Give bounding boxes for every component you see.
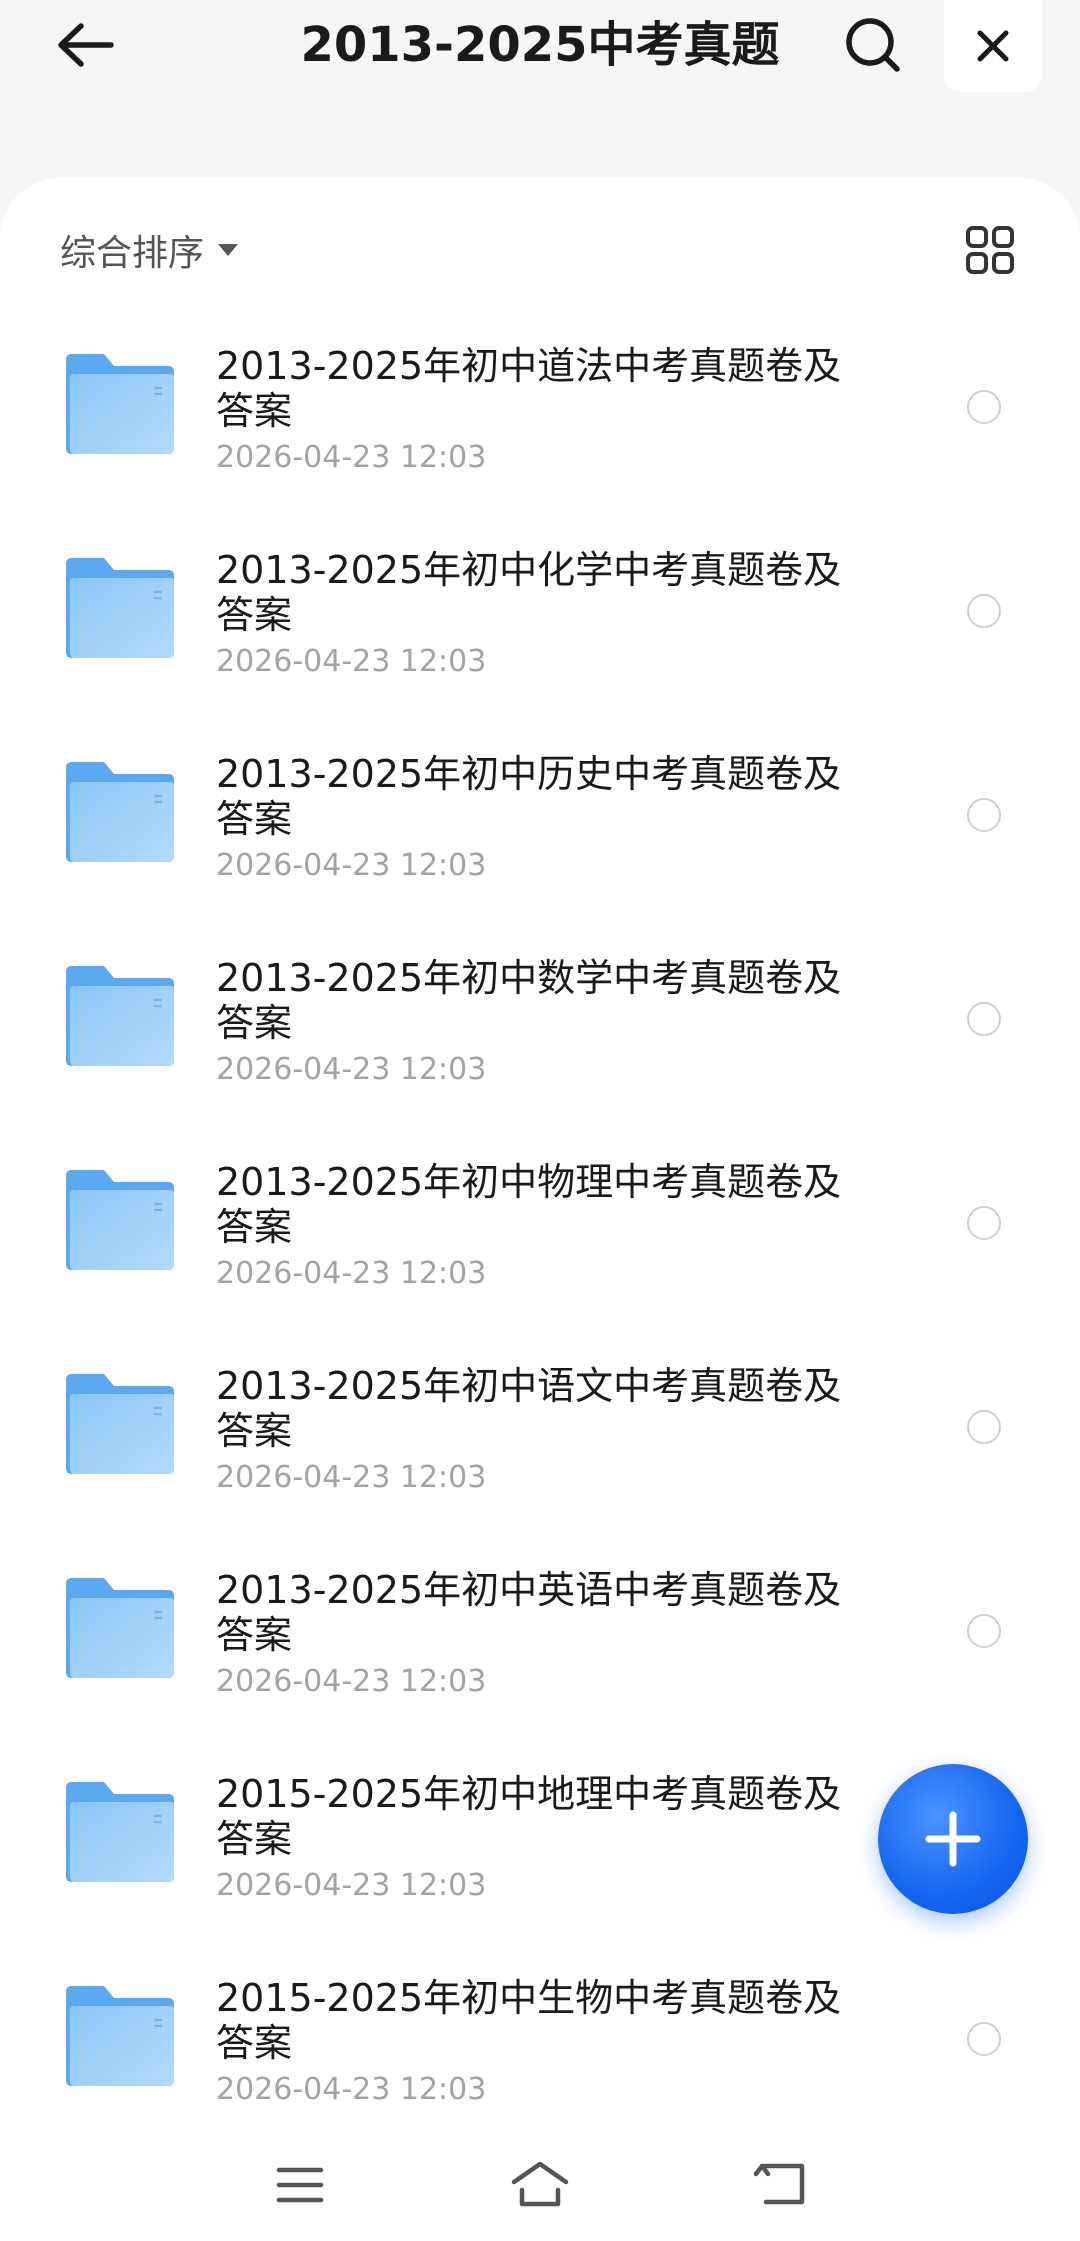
select-checkbox[interactable]: [967, 2022, 1001, 2056]
top-bar: 2013-2025中考真题: [0, 0, 1080, 180]
file-row[interactable]: 2013-2025年初中数学中考真题卷及答案 2026-04-23 12:03: [0, 916, 1080, 1120]
select-checkbox[interactable]: [967, 1206, 1001, 1240]
file-date: 2026-04-23 12:03: [216, 1868, 487, 1903]
back-nav-icon: [753, 2163, 805, 2205]
select-checkbox[interactable]: [967, 1410, 1001, 1444]
file-name: 2015-2025年初中地理中考真题卷及答案: [216, 1772, 842, 1861]
file-row[interactable]: 2013-2025年初中化学中考真题卷及答案 2026-04-23 12:03: [0, 508, 1080, 712]
menu-nav-button[interactable]: [255, 2150, 345, 2220]
file-row[interactable]: 2013-2025年初中道法中考真题卷及答案 2026-04-23 12:03: [0, 304, 1080, 508]
folder-icon: [66, 966, 174, 1066]
file-name: 2015-2025年初中生物中考真题卷及答案: [216, 1976, 842, 2065]
file-row[interactable]: 2015-2025年初中生物中考真题卷及答案 2026-04-23 12:03: [0, 1936, 1080, 2140]
file-name: 2013-2025年初中数学中考真题卷及答案: [216, 956, 842, 1045]
close-button[interactable]: [944, 0, 1042, 92]
sort-dropdown[interactable]: 综合排序: [60, 220, 239, 280]
file-row[interactable]: 2013-2025年初中物理中考真题卷及答案 2026-04-23 12:03: [0, 1120, 1080, 1324]
folder-icon: [66, 762, 174, 862]
file-name: 2013-2025年初中历史中考真题卷及答案: [216, 752, 842, 841]
select-checkbox[interactable]: [967, 594, 1001, 628]
file-name: 2013-2025年初中物理中考真题卷及答案: [216, 1160, 842, 1249]
file-list-panel: 综合排序 2013-2025年初中道法中考真题卷及答案 2026-04-23 1…: [0, 178, 1080, 2241]
menu-icon: [276, 2167, 324, 2203]
home-nav-button[interactable]: [495, 2150, 585, 2220]
file-name: 2013-2025年初中道法中考真题卷及答案: [216, 344, 842, 433]
back-nav-button[interactable]: [735, 2150, 825, 2220]
folder-icon: [66, 558, 174, 658]
select-checkbox[interactable]: [967, 798, 1001, 832]
sort-label: 综合排序: [60, 233, 205, 274]
select-checkbox[interactable]: [967, 390, 1001, 424]
folder-icon: [66, 354, 174, 454]
folder-icon: [66, 1374, 174, 1474]
folder-icon: [66, 1170, 174, 1270]
file-date: 2026-04-23 12:03: [216, 2072, 487, 2107]
add-button[interactable]: [878, 1764, 1028, 1914]
select-checkbox[interactable]: [967, 1614, 1001, 1648]
file-date: 2026-04-23 12:03: [216, 440, 487, 475]
system-nav-bar: [0, 2130, 1080, 2241]
folder-icon: [66, 1986, 174, 2086]
file-name: 2013-2025年初中语文中考真题卷及答案: [216, 1364, 842, 1453]
folder-icon: [66, 1578, 174, 1678]
search-icon: [846, 18, 900, 72]
file-row[interactable]: 2013-2025年初中语文中考真题卷及答案 2026-04-23 12:03: [0, 1324, 1080, 1528]
search-button[interactable]: [828, 0, 918, 90]
file-row[interactable]: 2013-2025年初中英语中考真题卷及答案 2026-04-23 12:03: [0, 1528, 1080, 1732]
folder-icon: [66, 1782, 174, 1882]
grid-view-icon: [966, 226, 1014, 274]
close-icon: [977, 30, 1009, 62]
caret-down-icon: [218, 244, 239, 256]
file-name: 2013-2025年初中英语中考真题卷及答案: [216, 1568, 842, 1657]
file-date: 2026-04-23 12:03: [216, 1256, 487, 1291]
file-row[interactable]: 2013-2025年初中历史中考真题卷及答案 2026-04-23 12:03: [0, 712, 1080, 916]
home-icon: [511, 2161, 569, 2207]
file-date: 2026-04-23 12:03: [216, 1460, 487, 1495]
file-date: 2026-04-23 12:03: [216, 848, 487, 883]
arrow-left-icon: [58, 23, 114, 67]
back-button[interactable]: [40, 0, 130, 90]
file-date: 2026-04-23 12:03: [216, 1664, 487, 1699]
select-checkbox[interactable]: [967, 1002, 1001, 1036]
file-name: 2013-2025年初中化学中考真题卷及答案: [216, 548, 842, 637]
page-title: 2013-2025中考真题: [300, 17, 780, 73]
plus-icon: [925, 1811, 981, 1867]
view-toggle-button[interactable]: [960, 214, 1020, 286]
file-date: 2026-04-23 12:03: [216, 644, 487, 679]
file-date: 2026-04-23 12:03: [216, 1052, 487, 1087]
